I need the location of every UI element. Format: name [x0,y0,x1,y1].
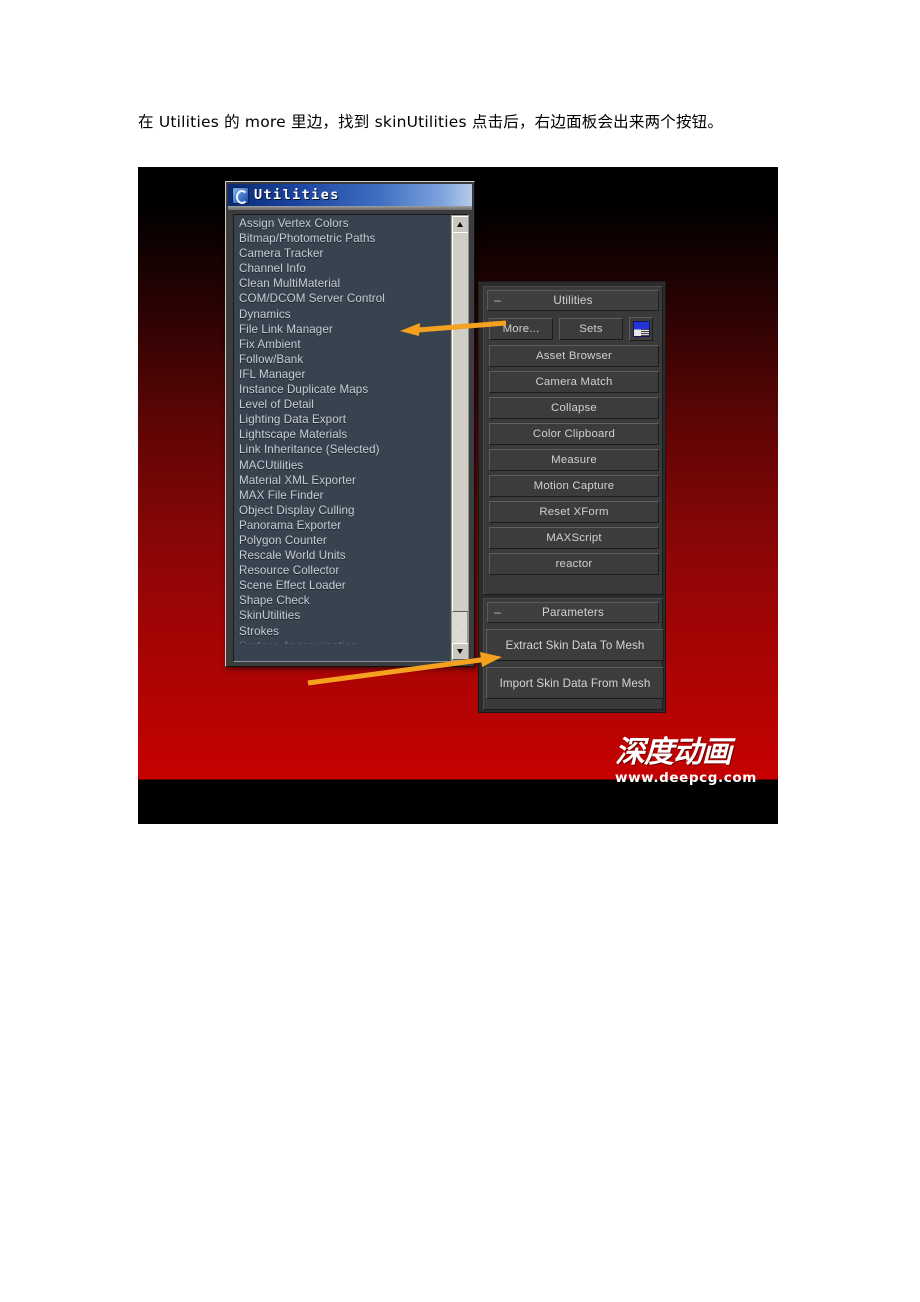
list-item[interactable]: MAX File Finder [239,488,445,503]
command-panel: – Utilities More... Sets Asset Browser Ca… [478,281,666,713]
list-item[interactable]: Dynamics [239,307,445,322]
list-item[interactable]: Rescale World Units [239,548,445,563]
list-item[interactable]: Assign Vertex Colors [239,216,445,231]
utilities-rollout: – Utilities More... Sets Asset Browser Ca… [483,286,663,595]
list-item-partial[interactable]: Surface Approximation [239,639,445,644]
list-item[interactable]: Level of Detail [239,397,445,412]
collapse-icon[interactable]: – [494,606,501,618]
utility-button[interactable]: Camera Match [489,371,659,393]
scrollbar-thumb[interactable] [452,232,468,612]
list-item[interactable]: Follow/Bank [239,352,445,367]
parameters-rollout-title: Parameters [542,606,604,619]
scroll-down-arrow-icon [457,649,463,654]
list-item[interactable]: Link Inheritance (Selected) [239,442,445,457]
utility-button[interactable]: Measure [489,449,659,471]
max-logo-icon [232,186,249,204]
list-item[interactable]: Bitmap/Photometric Paths [239,231,445,246]
watermark-url: www.deepcg.com [615,770,757,786]
list-item[interactable]: SkinUtilities [239,608,445,623]
utility-button[interactable]: Collapse [489,397,659,419]
list-item[interactable]: Strokes [239,624,445,639]
configure-button-sets-button[interactable] [629,317,653,341]
utility-button[interactable]: Asset Browser [489,345,659,367]
scroll-down-button[interactable] [452,643,468,660]
list-item[interactable]: Shape Check [239,593,445,608]
list-item[interactable]: Clean MultiMaterial [239,276,445,291]
utility-button[interactable]: MAXScript [489,527,659,549]
list-item[interactable]: Camera Tracker [239,246,445,261]
extract-skin-data-to-mesh-button[interactable]: Extract Skin Data To Mesh [486,629,664,661]
utility-button[interactable]: Reset XForm [489,501,659,523]
collapse-icon[interactable]: – [494,294,501,306]
utilities-dialog: Utilities Assign Vertex Colors Bitmap/Pho… [225,181,475,667]
dialog-titlebar[interactable]: Utilities [228,184,472,206]
parameters-rollout-header[interactable]: – Parameters [487,602,659,623]
list-item[interactable]: MACUtilities [239,458,445,473]
list-item[interactable]: Object Display Culling [239,503,445,518]
watermark: 深度动画 www.deepcg.com [615,737,765,789]
utility-button-stack: Asset Browser Camera Match Collapse Color C… [489,345,659,575]
list-item[interactable]: File Link Manager [239,322,445,337]
configure-button-sets-icon [632,321,650,337]
utilities-rollout-title: Utilities [553,294,593,307]
list-item[interactable]: Lightscape Materials [239,427,445,442]
utility-button[interactable]: Color Clipboard [489,423,659,445]
list-item[interactable]: Panorama Exporter [239,518,445,533]
embedded-screenshot: Utilities Assign Vertex Colors Bitmap/Pho… [138,167,778,824]
utilities-list[interactable]: Assign Vertex Colors Bitmap/Photometric P… [234,215,445,644]
more-button[interactable]: More... [489,318,553,340]
list-item[interactable]: Polygon Counter [239,533,445,548]
list-item[interactable]: IFL Manager [239,367,445,382]
list-item[interactable]: Lighting Data Export [239,412,445,427]
listbox-scrollbar[interactable] [450,215,468,661]
list-item[interactable]: Fix Ambient [239,337,445,352]
list-item[interactable]: Resource Collector [239,563,445,578]
list-item[interactable]: Material XML Exporter [239,473,445,488]
utilities-listbox[interactable]: Assign Vertex Colors Bitmap/Photometric P… [233,214,469,662]
list-item[interactable]: Instance Duplicate Maps [239,382,445,397]
scroll-up-button[interactable] [452,216,468,233]
scroll-up-arrow-icon [457,222,463,227]
utilities-rollout-header[interactable]: – Utilities [487,290,659,311]
sets-button[interactable]: Sets [559,318,623,340]
list-item[interactable]: COM/DCOM Server Control [239,291,445,306]
dialog-title: Utilities [254,187,340,203]
utilities-top-button-row: More... Sets [489,317,657,341]
watermark-logo: 深度动画 [615,735,732,770]
page-title: 在 Utilities 的 more 里边，找到 skinUtilities 点… [138,113,724,131]
list-item[interactable]: Channel Info [239,261,445,276]
utility-button[interactable]: Motion Capture [489,475,659,497]
import-skin-data-from-mesh-button[interactable]: Import Skin Data From Mesh [486,667,664,699]
parameters-button-stack: Extract Skin Data To Mesh Import Skin Dat… [484,629,664,699]
list-item[interactable]: Scene Effect Loader [239,578,445,593]
parameters-rollout: – Parameters Extract Skin Data To Mesh Im… [483,598,664,710]
titlebar-edge [228,206,472,210]
utility-button[interactable]: reactor [489,553,659,575]
